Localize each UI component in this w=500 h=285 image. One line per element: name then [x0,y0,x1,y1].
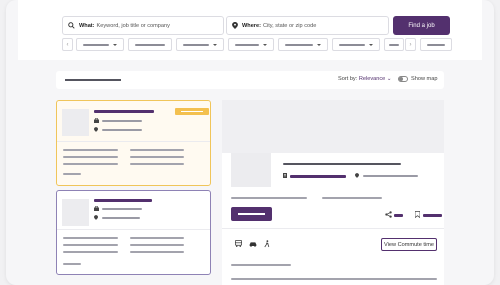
chevron-down-icon [113,43,117,46]
what-search-field[interactable]: What: Keyword, job title or company [62,16,224,35]
job-card-selected[interactable] [56,190,211,275]
walk-icon[interactable] [264,240,270,248]
chevron-left-icon: ‹ [66,41,69,48]
where-search-field[interactable]: Where: City, state or zip code [226,16,389,35]
map-pin-icon [94,215,98,220]
job-title-placeholder [283,163,401,165]
sort-value: Relevance [358,76,386,82]
company-name-placeholder [102,208,142,210]
filters-next-button[interactable]: › [405,38,416,51]
chevron-down-icon [213,43,217,46]
results-count-placeholder [65,79,121,81]
location-placeholder [102,217,140,219]
save-label-placeholder[interactable] [423,214,442,217]
filter-pill[interactable] [76,38,124,51]
job-title-placeholder [94,110,154,113]
location-placeholder [363,175,418,177]
job-card-highlighted[interactable] [56,100,211,186]
chevron-down-icon: ⌄ [386,76,392,82]
view-commute-time-button[interactable]: View Commute time [381,238,437,251]
filters-prev-button[interactable]: ‹ [62,38,73,51]
map-pin-icon [355,173,359,178]
job-title-placeholder [94,199,152,202]
filter-pill[interactable] [420,38,452,51]
apply-button[interactable] [231,207,272,221]
chevron-down-icon [317,43,321,46]
show-map-label: Show map [411,76,438,82]
company-name-placeholder [102,120,142,122]
search-icon [68,22,75,29]
bookmark-icon[interactable] [415,211,420,218]
chevron-down-icon [369,43,373,46]
filter-pill[interactable] [278,38,328,51]
briefcase-icon [94,206,99,211]
company-logo [62,109,89,136]
map-pin-icon [232,22,238,29]
filter-pill[interactable] [176,38,224,51]
app-frame: What: Keyword, job title or company Wher… [6,0,494,285]
map-pin-icon [94,127,98,132]
bus-icon[interactable] [235,240,242,247]
location-placeholder [102,129,142,131]
briefcase-icon [94,118,99,123]
sort-label: Sort by: [338,76,358,82]
building-icon [283,173,287,178]
what-placeholder: Keyword, job title or company [96,22,170,29]
results-toolbar: Sort by: Relevance ⌄ Show map [56,71,444,89]
company-name-link-placeholder[interactable] [290,175,346,178]
show-map-toggle[interactable] [398,76,408,82]
share-label-placeholder[interactable] [394,214,403,217]
find-a-job-button[interactable]: Find a job [393,16,450,35]
filter-pill[interactable] [332,38,380,51]
where-label: Where: [242,22,261,29]
company-logo [62,199,89,226]
filter-bar: ‹ › [62,38,452,51]
chevron-down-icon [263,43,267,46]
featured-badge [175,108,209,115]
chevron-right-icon: › [409,41,412,48]
job-detail-panel: View Commute time [222,100,444,285]
share-icon[interactable] [385,211,392,218]
what-label: What: [79,22,95,29]
company-logo-large [231,153,271,187]
filter-pill[interactable] [128,38,172,51]
search-header: What: Keyword, job title or company Wher… [18,0,482,60]
car-icon[interactable] [249,241,257,247]
sort-by-dropdown[interactable]: Sort by: Relevance ⌄ [338,76,392,82]
where-placeholder: City, state or zip code [262,22,317,29]
filter-pill[interactable] [384,38,404,51]
company-banner [222,100,444,153]
filter-pill[interactable] [228,38,274,51]
